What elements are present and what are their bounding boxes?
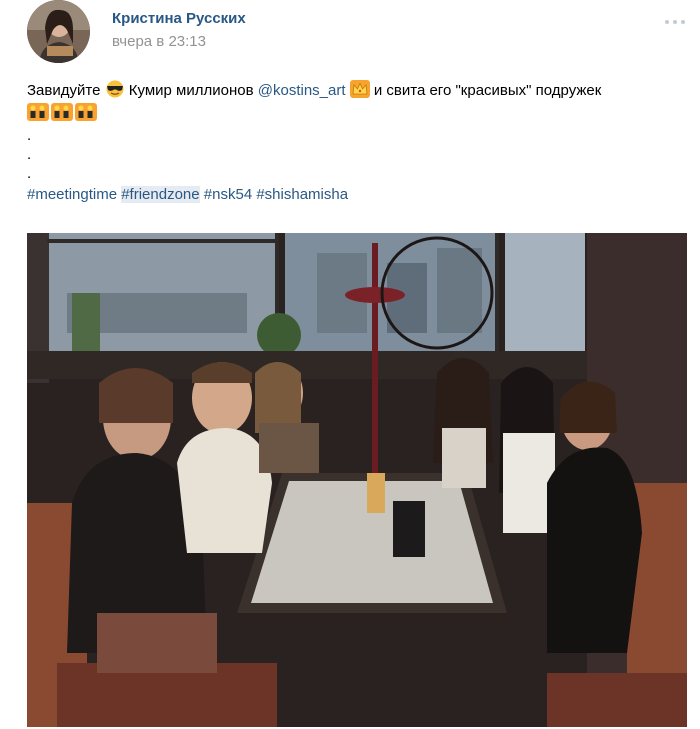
mention-link[interactable]: @kostins_art: [258, 82, 346, 99]
text-part1: Завидуйте: [27, 82, 101, 99]
crown-emoji-icon: [349, 80, 370, 103]
author-name[interactable]: Кристина Русских: [112, 10, 246, 27]
hashtag-nsk54[interactable]: #nsk54: [204, 186, 252, 203]
post-time[interactable]: вчера в 23:13: [112, 33, 206, 50]
avatar-icon: [27, 0, 90, 63]
group-photo-image: [27, 233, 687, 727]
text-part2: Кумир миллионов: [128, 82, 254, 99]
dancers-emoji-icon: [27, 103, 97, 126]
text-part3: и свита его "красивых" подружек: [373, 82, 602, 99]
post-text-line2: [27, 103, 687, 126]
text-dot-3: .: [27, 165, 32, 182]
hashtag-shishamisha[interactable]: #shishamisha: [256, 186, 348, 203]
hashtags: #meetingtime #friendzone #nsk54 #shisham…: [27, 185, 687, 204]
post-text-line1: Завидуйте Кумир миллионов @kostins_art и…: [27, 80, 687, 103]
hashtag-friendzone[interactable]: #friendzone: [121, 186, 200, 203]
sunglasses-emoji-icon: [105, 80, 125, 103]
post-text: Завидуйте Кумир миллионов @kostins_art и…: [27, 80, 687, 204]
hashtag-meetingtime[interactable]: #meetingtime: [27, 186, 117, 203]
more-dots-icon[interactable]: [664, 14, 686, 24]
text-dot-1: .: [27, 127, 32, 144]
text-dot-2: .: [27, 146, 32, 163]
author-avatar[interactable]: [27, 0, 90, 63]
post-photo[interactable]: [27, 233, 687, 727]
